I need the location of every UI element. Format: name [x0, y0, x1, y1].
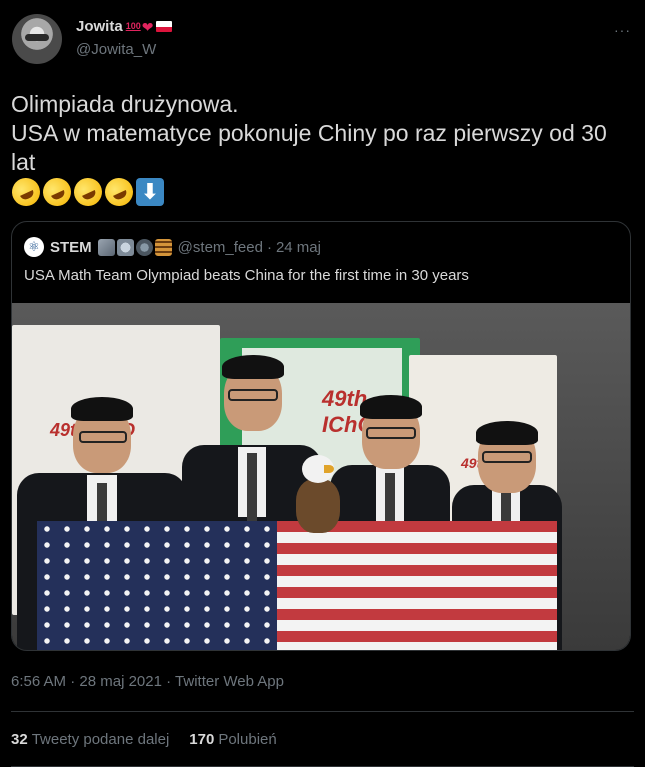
author-name[interactable]: Jowita	[76, 18, 123, 35]
down-arrow-emoji-icon: ⬇	[136, 178, 164, 206]
tweet-line-2: USA w matematyce pokonuje Chiny po raz p…	[11, 120, 607, 175]
likes-count: 170	[189, 731, 215, 748]
quoted-author-name[interactable]: STEM	[50, 239, 92, 256]
tweet-stats: 32 Tweety podane dalej 170 Polubień	[11, 731, 277, 748]
robot-icon	[116, 238, 134, 256]
rofl-emoji-icon	[69, 173, 107, 211]
tweet-text: Olimpiada drużynowa. USA w matematyce po…	[11, 90, 631, 177]
likes-stat[interactable]: 170 Polubień	[189, 731, 276, 748]
usa-flag-image	[37, 521, 557, 650]
quoted-author-handle[interactable]: @stem_feed	[178, 239, 263, 256]
quoted-tweet-photo[interactable]: 49th IChO 49th IChO 49th IChO	[12, 303, 630, 650]
microscope-icon	[97, 238, 115, 256]
retweets-count: 32	[11, 731, 28, 748]
quoted-tweet-text: USA Math Team Olympiad beats China for t…	[24, 267, 469, 284]
quoted-avatar-icon[interactable]: ⚛	[24, 237, 44, 257]
tweet-timestamp: 6:56 AM · 28 maj 2021 · Twitter Web App	[11, 673, 284, 690]
likes-label: Polubień	[218, 731, 277, 748]
gear-icon	[135, 238, 153, 256]
avatar-glasses	[25, 34, 49, 41]
tweet-line-1: Olimpiada drużynowa.	[11, 91, 239, 117]
more-options-icon[interactable]: ···	[614, 22, 631, 38]
timestamp-separator: ·	[166, 673, 172, 690]
abacus-icon	[154, 238, 172, 256]
rofl-emoji-icon	[38, 173, 76, 211]
rofl-emoji-icon	[100, 173, 138, 211]
tweet-date[interactable]: 28 maj 2021	[79, 673, 162, 690]
eagle-mascot	[292, 455, 344, 535]
divider	[11, 711, 634, 712]
usa-flag-canton	[37, 521, 277, 650]
poland-flag-icon	[156, 21, 173, 32]
author-handle[interactable]: @Jowita_W	[76, 41, 156, 58]
tweet-emoji-row: ⬇	[7, 173, 164, 211]
retweets-stat[interactable]: 32 Tweety podane dalej	[11, 731, 169, 748]
timestamp-separator: ·	[70, 673, 76, 690]
author-avatar[interactable]	[12, 14, 62, 64]
tweet-time[interactable]: 6:56 AM	[11, 673, 66, 690]
quoted-date[interactable]: 24 maj	[276, 239, 321, 256]
red-heart-icon: ❤	[141, 18, 154, 35]
tweet-source[interactable]: Twitter Web App	[175, 673, 284, 690]
author-name-row[interactable]: Jowita 100 ❤	[76, 18, 173, 35]
quoted-name-emojis	[97, 238, 172, 256]
author-badges: 100 ❤	[126, 20, 173, 34]
quoted-separator: ·	[266, 238, 272, 256]
quoted-tweet[interactable]: ⚛ STEM @stem_feed · 24 maj USA Math Team…	[11, 221, 631, 651]
quoted-tweet-header: ⚛ STEM @stem_feed · 24 maj	[24, 237, 321, 257]
hundred-points-icon: 100	[125, 21, 141, 31]
rofl-emoji-icon	[7, 173, 45, 211]
retweets-label: Tweety podane dalej	[31, 731, 170, 748]
